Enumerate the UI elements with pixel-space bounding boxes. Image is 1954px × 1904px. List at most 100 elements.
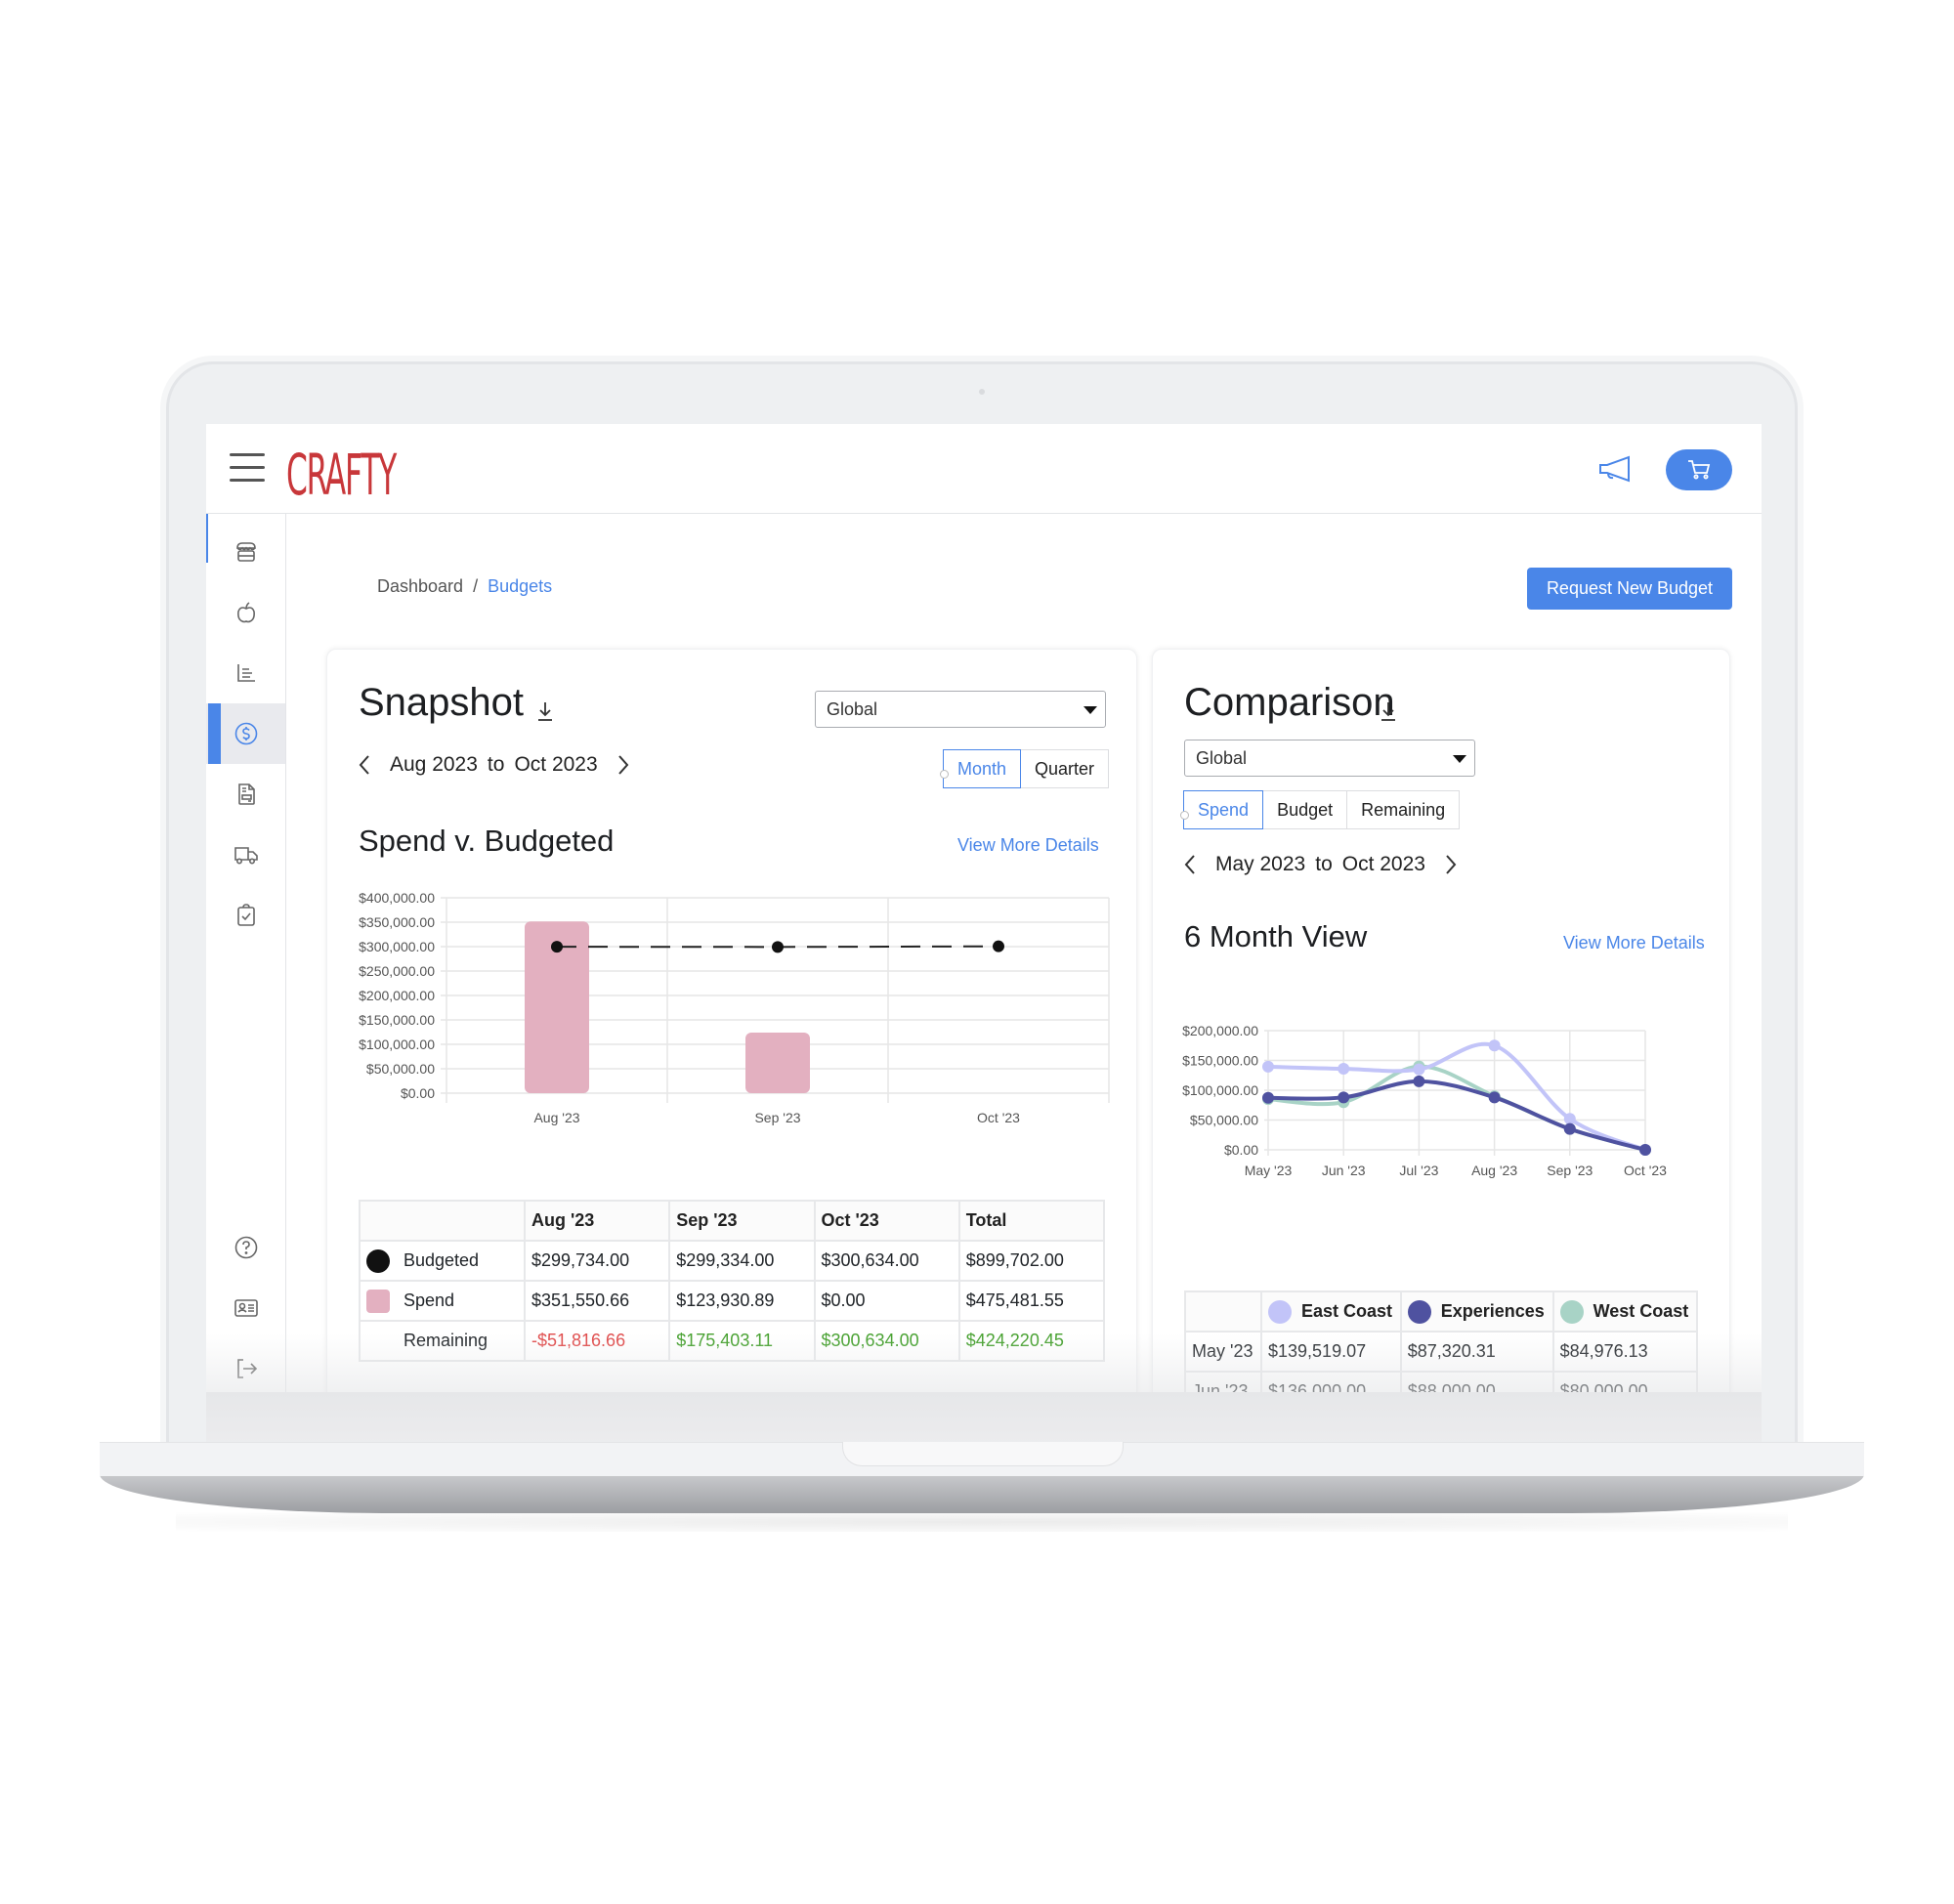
table-row-budgeted: Budgeted $299,734.00 $299,334.00 $300,63… <box>359 1240 1106 1282</box>
experiences-point <box>1262 1091 1274 1104</box>
y-tick-label: $0.00 <box>1224 1142 1258 1158</box>
sidebar-item-storefront[interactable] <box>206 522 285 582</box>
spend-v-budgeted-title: Spend v. Budgeted <box>359 824 615 858</box>
chevron-left-icon[interactable] <box>357 754 372 776</box>
y-tick-label: $100,000.00 <box>359 1037 435 1052</box>
table-cell: $88,000.00 <box>1399 1371 1554 1392</box>
laptop-notch <box>842 1442 1124 1466</box>
experiences-line <box>1267 1079 1646 1152</box>
y-tick-label: $50,000.00 <box>1190 1113 1258 1128</box>
app-screen: CRAFTY Dashboard / Budgets Request New B… <box>206 424 1762 1392</box>
x-tick-label: Oct '23 <box>977 1110 1020 1125</box>
header-text: Experiences <box>1440 1300 1545 1321</box>
toggle-remaining[interactable]: Remaining <box>1346 790 1461 829</box>
table-cell: $84,976.13 <box>1551 1331 1699 1373</box>
table-row-remaining: Remaining -$51,816.66 $175,403.11 $300,6… <box>359 1320 1106 1362</box>
y-tick-label: $300,000.00 <box>359 939 435 954</box>
table-header <box>1184 1290 1262 1333</box>
sidebar-item-products[interactable] <box>206 582 285 643</box>
x-tick-label: May '23 <box>1245 1163 1293 1178</box>
request-new-budget-button[interactable]: Request New Budget <box>1527 568 1732 610</box>
x-tick-label: Jun '23 <box>1322 1163 1366 1178</box>
x-tick-label: Jul '23 <box>1399 1163 1438 1178</box>
snapshot-title: Snapshot <box>359 681 525 724</box>
brand-logo[interactable]: CRAFTY <box>286 445 397 504</box>
comparison-range-end: Oct 2023 <box>1341 853 1425 875</box>
breadcrumb-dashboard[interactable]: Dashboard <box>377 576 463 596</box>
spend-budget-chart: $0.00 $50,000.00 $100,000.00 $150,000.00 $20… <box>359 890 1110 1125</box>
six-month-chart: $0.00 $50,000.00 $100,000.00 $150,000.00 $20… <box>1182 1023 1667 1178</box>
table-header: Aug '23 <box>523 1200 671 1242</box>
sidebar-item-profile[interactable] <box>206 1278 285 1338</box>
sidebar-item-logout[interactable] <box>206 1338 285 1392</box>
row-label-text: Budgeted <box>404 1249 480 1270</box>
comparison-range-start: May 2023 <box>1215 853 1306 875</box>
sidebar-item-deliveries[interactable] <box>206 825 285 885</box>
invoice-icon <box>237 783 255 805</box>
chevron-left-icon[interactable] <box>1182 854 1198 875</box>
table-cell: $80,000.00 <box>1551 1371 1699 1392</box>
chevron-down-icon <box>1083 706 1097 714</box>
download-icon[interactable] <box>536 700 554 722</box>
chevron-right-icon[interactable] <box>1443 854 1459 875</box>
hamburger-icon[interactable] <box>230 453 265 483</box>
comparison-metric-toggle: Spend Budget Remaining <box>1179 790 1461 829</box>
toggle-quarter[interactable]: Quarter <box>1020 749 1110 788</box>
snapshot-range-end: Oct 2023 <box>514 753 598 776</box>
experiences-point <box>1563 1122 1576 1135</box>
x-tick-label: Sep '23 <box>1547 1163 1593 1178</box>
row-label: Jun '23 <box>1184 1371 1262 1392</box>
comparison-card: Comparison Global Spend Budget Remaining… <box>1152 649 1730 1392</box>
comparison-date-range: May 2023 to Oct 2023 <box>1182 853 1459 876</box>
dollar-circle-icon <box>234 722 257 745</box>
table-cell-positive: $424,220.45 <box>957 1320 1106 1362</box>
breadcrumb-budgets[interactable]: Budgets <box>488 576 552 596</box>
comparison-region-select[interactable]: Global <box>1184 740 1475 777</box>
chevron-right-icon[interactable] <box>616 754 631 776</box>
y-tick-label: $400,000.00 <box>359 890 435 906</box>
table-header <box>359 1200 526 1242</box>
laptop-shadow <box>176 1512 1788 1532</box>
breadcrumb: Dashboard / Budgets <box>377 576 552 597</box>
sidebar-item-budgets[interactable] <box>206 703 285 764</box>
comparison-range-to: to <box>1315 853 1333 875</box>
laptop-chin <box>206 1392 1762 1447</box>
chevron-down-icon <box>1453 755 1466 763</box>
table-cell: $351,550.66 <box>523 1280 671 1322</box>
table-cell-positive: $175,403.11 <box>668 1320 816 1362</box>
snapshot-region-value: Global <box>827 699 878 719</box>
budgeted-point <box>772 941 784 953</box>
clipboard-check-icon <box>236 904 255 926</box>
table-header: Total <box>957 1200 1106 1242</box>
snapshot-region-select[interactable]: Global <box>815 691 1106 728</box>
megaphone-icon[interactable] <box>1597 453 1633 485</box>
sidebar-item-invoices[interactable] <box>206 764 285 825</box>
snapshot-view-details-link[interactable]: View More Details <box>957 835 1099 856</box>
cart-button[interactable] <box>1666 449 1732 490</box>
comparison-view-details-link[interactable]: View More Details <box>1563 933 1705 953</box>
list-chart-icon <box>236 664 255 682</box>
sidebar-item-help[interactable] <box>206 1217 285 1278</box>
budgeted-point <box>993 940 1004 952</box>
budgeted-point <box>551 941 563 953</box>
sidebar-item-tasks[interactable] <box>206 885 285 946</box>
comparison-table: East Coast Experiences West Coast May '2… <box>1184 1290 1699 1392</box>
x-tick-label: Sep '23 <box>754 1110 800 1125</box>
snapshot-period-toggle: Month Quarter <box>939 749 1110 788</box>
y-tick-label: $100,000.00 <box>1182 1082 1258 1098</box>
table-header-row: Aug '23 Sep '23 Oct '23 Total <box>359 1200 1106 1242</box>
toggle-month[interactable]: Month <box>939 749 1022 788</box>
toggle-budget[interactable]: Budget <box>1262 790 1348 829</box>
east-coast-point <box>1413 1063 1425 1076</box>
sidebar-item-reports[interactable] <box>206 643 285 703</box>
legend-experiences: Experiences <box>1399 1290 1554 1333</box>
y-tick-label: $0.00 <box>401 1085 435 1101</box>
snapshot-date-range: Aug 2023 to Oct 2023 <box>357 753 631 777</box>
row-label: Remaining <box>359 1320 526 1362</box>
table-cell: $475,481.55 <box>957 1280 1106 1322</box>
row-label-text: Remaining <box>404 1330 488 1350</box>
top-bar: CRAFTY <box>206 424 1762 514</box>
download-icon[interactable] <box>1380 700 1397 722</box>
toggle-spend[interactable]: Spend <box>1179 790 1264 829</box>
